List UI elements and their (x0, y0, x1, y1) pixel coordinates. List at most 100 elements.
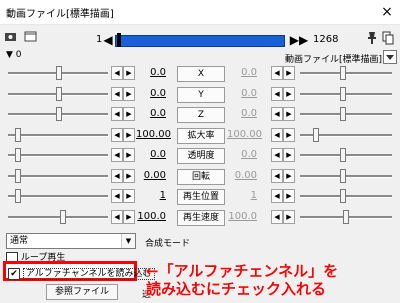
increment-right-button[interactable]: ▶ (283, 209, 295, 224)
slider-track-right[interactable] (300, 113, 392, 116)
right-value[interactable]: 0.0 (227, 67, 257, 78)
left-value[interactable]: 0.0 (136, 67, 166, 78)
slider-track-left[interactable] (8, 174, 108, 178)
right-value[interactable]: 100.0 (227, 211, 257, 222)
slider-thumb-left[interactable] (56, 107, 62, 121)
slider-thumb-right[interactable] (340, 148, 346, 162)
left-value[interactable]: 100.00 (136, 129, 171, 140)
param-button[interactable]: 再生速度 (177, 209, 225, 226)
param-button[interactable]: X (177, 66, 225, 82)
decrement-left-button[interactable]: ◀ (111, 209, 123, 224)
decrement-left-button[interactable]: ◀ (111, 86, 123, 101)
increment-right-button[interactable]: ▶ (283, 86, 295, 101)
left-value[interactable]: 0.0 (136, 108, 166, 119)
decrement-left-button[interactable]: ◀ (111, 66, 123, 80)
alpha-checkbox-row[interactable]: ✔ アルファチャンネルを読み込む (8, 266, 155, 280)
right-value[interactable]: 100.00 (227, 129, 262, 140)
decrement-right-button[interactable]: ◀ (271, 86, 283, 101)
increment-right-button[interactable]: ▶ (283, 66, 295, 80)
decrement-right-button[interactable]: ◀ (271, 127, 283, 142)
increment-right-button[interactable]: ▶ (283, 148, 295, 162)
increment-left-button[interactable]: ▶ (123, 209, 135, 224)
increment-right-button[interactable]: ▶ (283, 189, 295, 203)
decrement-left-button[interactable]: ◀ (111, 127, 123, 142)
param-button[interactable]: 回転 (177, 168, 225, 185)
left-value[interactable]: 1 (136, 190, 166, 201)
slider-track-right[interactable] (300, 174, 392, 178)
right-value[interactable]: 1 (227, 190, 257, 201)
slider-track-left[interactable] (8, 154, 108, 157)
title-bar: 動画ファイル[標準描画] × (0, 0, 400, 25)
slider-track-left[interactable] (8, 195, 108, 198)
left-value[interactable]: 0.0 (136, 149, 166, 160)
decrement-right-button[interactable]: ◀ (271, 168, 283, 183)
slider-thumb-left[interactable] (15, 148, 21, 162)
slider-track-right[interactable] (300, 195, 392, 198)
chevron-down-icon[interactable]: ▼ (121, 234, 135, 248)
slider-thumb-left[interactable] (15, 189, 21, 203)
left-value[interactable]: 0.00 (136, 170, 166, 181)
decrement-left-button[interactable]: ◀ (111, 168, 123, 183)
increment-left-button[interactable]: ▶ (123, 168, 135, 183)
slider-thumb-left[interactable] (15, 168, 21, 183)
decrement-right-button[interactable]: ◀ (271, 148, 283, 162)
right-value[interactable]: 0.0 (227, 108, 257, 119)
seek-handle[interactable] (117, 33, 121, 47)
slider-thumb-right[interactable] (340, 66, 346, 80)
slider-track-right[interactable] (300, 154, 392, 157)
window-icon[interactable] (24, 30, 38, 44)
param-button[interactable]: 再生位置 (177, 189, 225, 205)
param-button[interactable]: 透明度 (177, 148, 225, 164)
decrement-left-button[interactable]: ◀ (111, 148, 123, 162)
blend-mode-select[interactable]: 通常 ▼ (6, 233, 136, 249)
increment-left-button[interactable]: ▶ (123, 86, 135, 101)
left-value[interactable]: 100.0 (136, 211, 166, 222)
decrement-right-button[interactable]: ◀ (271, 107, 283, 121)
decrement-right-button[interactable]: ◀ (271, 209, 283, 224)
slider-thumb-left[interactable] (60, 209, 66, 224)
alpha-checkbox[interactable]: ✔ (8, 267, 20, 280)
decrement-left-button[interactable]: ◀ (111, 189, 123, 203)
prev-frame-icon[interactable]: ◀ (101, 33, 115, 47)
increment-left-button[interactable]: ▶ (123, 107, 135, 121)
copy-icon[interactable] (382, 31, 394, 45)
slider-thumb-right[interactable] (340, 189, 346, 203)
increment-right-button[interactable]: ▶ (283, 127, 295, 142)
camera-icon[interactable] (4, 30, 24, 44)
reference-file-button[interactable]: 参照ファイル (46, 284, 118, 300)
slider-track-left[interactable] (8, 133, 108, 137)
slider-thumb-right[interactable] (340, 168, 346, 183)
increment-left-button[interactable]: ▶ (123, 148, 135, 162)
right-value[interactable]: 0.0 (227, 149, 257, 160)
right-value[interactable]: 0.00 (227, 170, 257, 181)
increment-right-button[interactable]: ▶ (283, 168, 295, 183)
param-button[interactable]: 拡大率 (177, 127, 225, 144)
increment-left-button[interactable]: ▶ (123, 127, 135, 142)
slider-thumb-right[interactable] (343, 209, 349, 224)
close-button[interactable]: × (378, 3, 396, 21)
increment-left-button[interactable]: ▶ (123, 189, 135, 203)
decrement-left-button[interactable]: ◀ (111, 107, 123, 121)
slider-track-right[interactable] (300, 92, 392, 96)
increment-right-button[interactable]: ▶ (283, 107, 295, 121)
slider-thumb-right[interactable] (313, 127, 319, 142)
slider-track-left[interactable] (8, 215, 108, 219)
next-frame-icon[interactable]: ▶▶ (288, 33, 310, 47)
slider-thumb-left[interactable] (56, 86, 62, 101)
increment-left-button[interactable]: ▶ (123, 66, 135, 80)
left-value[interactable]: 0.0 (136, 88, 166, 99)
slider-track-right[interactable] (300, 72, 392, 75)
param-button[interactable]: Z (177, 107, 225, 123)
section-toggle[interactable]: ▼ 0 (6, 50, 22, 60)
param-button[interactable]: Y (177, 86, 225, 103)
slider-thumb-right[interactable] (340, 86, 346, 101)
pin-icon[interactable] (366, 31, 378, 45)
timeline-bar[interactable] (115, 35, 285, 47)
slider-thumb-right[interactable] (340, 107, 346, 121)
slider-thumb-left[interactable] (56, 66, 62, 80)
menu-icon[interactable] (383, 50, 397, 64)
decrement-right-button[interactable]: ◀ (271, 189, 283, 203)
decrement-right-button[interactable]: ◀ (271, 66, 283, 80)
slider-thumb-left[interactable] (15, 127, 21, 142)
right-value[interactable]: 0.0 (227, 88, 257, 99)
